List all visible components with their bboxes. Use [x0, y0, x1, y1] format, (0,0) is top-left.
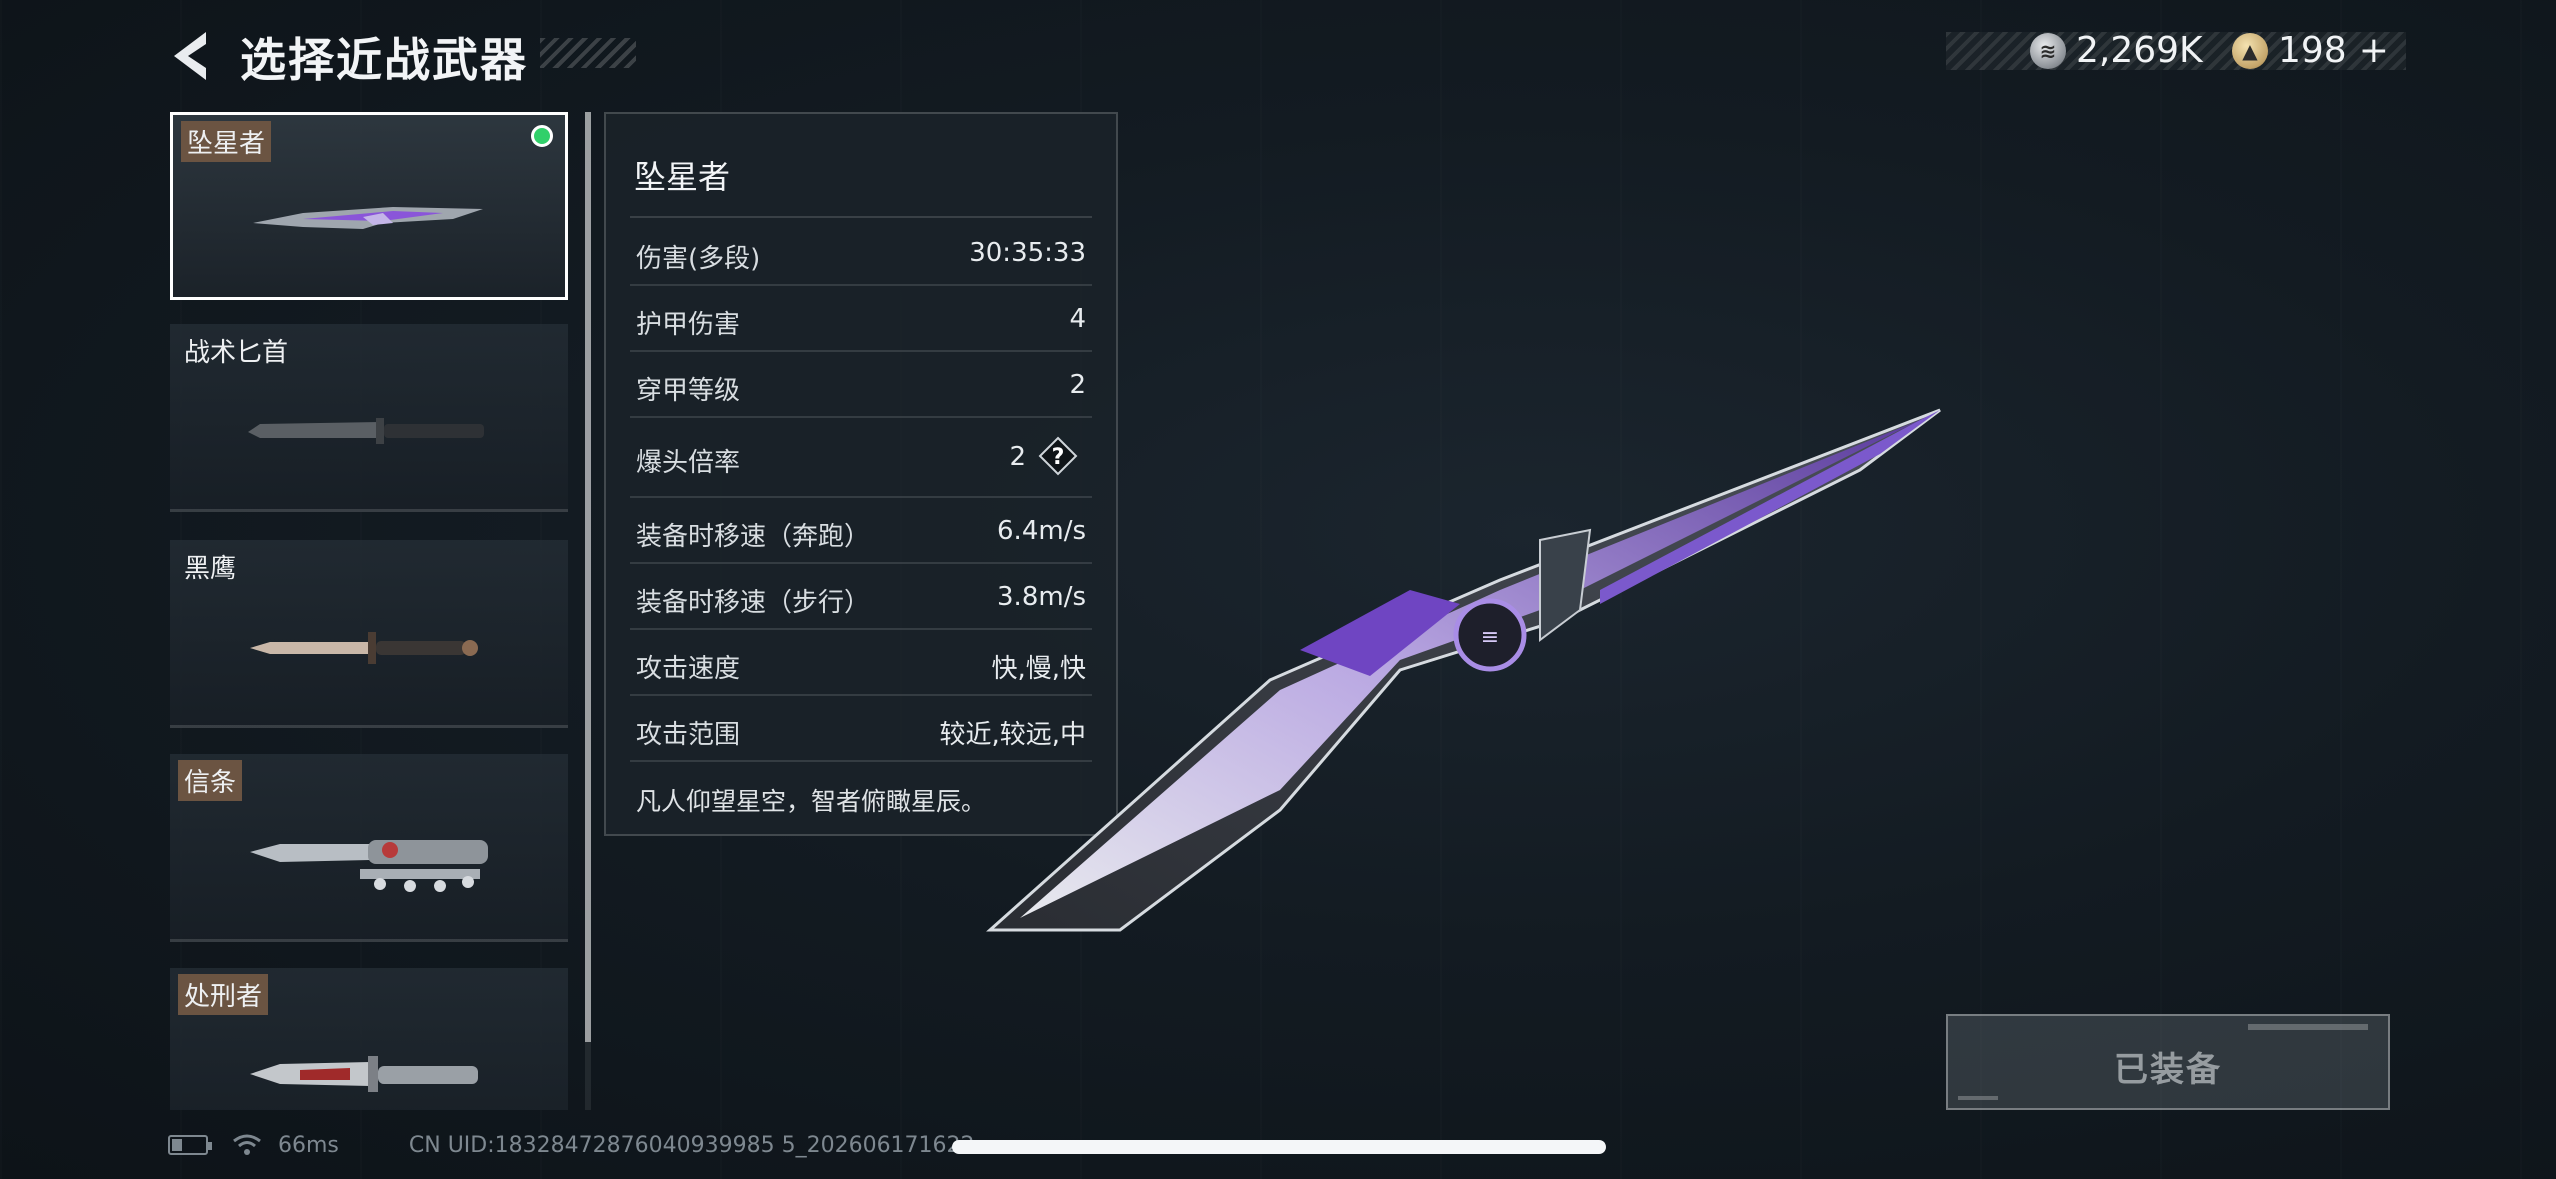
ping-value: 66ms	[278, 1132, 339, 1158]
weapon-name: 坠星者	[181, 121, 272, 162]
silver-currency: ≋ 2,269K	[2030, 30, 2203, 71]
stat-value: 30:35:33	[969, 238, 1086, 268]
gold-amount: 198	[2278, 30, 2347, 71]
silver-amount: 2,269K	[2076, 30, 2203, 71]
title-decoration	[540, 38, 636, 68]
svg-text:≡: ≡	[1481, 625, 1499, 650]
stat-row-damage: 伤害(多段) 30:35:33	[630, 220, 1092, 286]
stat-value: 4	[1069, 304, 1086, 334]
card-divider	[170, 509, 568, 512]
weapon-stats-title: 坠星者	[634, 158, 731, 196]
weapon-name: 黑鹰	[184, 554, 237, 584]
stat-label: 护甲伤害	[636, 310, 741, 340]
stat-label: 穿甲等级	[636, 376, 741, 406]
button-decoration	[2248, 1024, 2368, 1030]
creed-knuckle-knife-thumbnail	[250, 840, 488, 892]
page-title: 选择近战武器	[240, 33, 528, 87]
stats-divider	[630, 216, 1092, 218]
weapon-description: 凡人仰望星空，智者俯瞰星辰。	[636, 787, 987, 816]
starfall-blade-thumbnail	[253, 207, 483, 229]
black-hawk-thumbnail	[250, 632, 478, 664]
gold-currency[interactable]: ▲ 198 +	[2232, 30, 2389, 71]
equipped-button[interactable]: 已装备	[1946, 1014, 2390, 1110]
weapon-card-zhuixingzhe[interactable]: 坠星者	[170, 112, 568, 300]
stat-label: 装备时移速（奔跑）	[636, 522, 871, 552]
weapon-name: 处刑者	[178, 974, 269, 1015]
weapon-name: 战术匕首	[184, 338, 289, 368]
card-divider	[170, 725, 568, 728]
weapon-card-black-hawk[interactable]: 黑鹰	[170, 540, 568, 728]
chevron-left-icon	[174, 32, 206, 80]
battery-icon	[168, 1135, 212, 1155]
button-decoration	[1958, 1096, 1998, 1100]
weapon-card-tactical-dagger[interactable]: 战术匕首	[170, 324, 568, 512]
stat-row-armor-damage: 护甲伤害 4	[630, 286, 1092, 352]
add-gold-button[interactable]: +	[2359, 30, 2389, 71]
tactical-dagger-thumbnail	[248, 418, 484, 444]
executioner-knife-thumbnail	[250, 1056, 478, 1092]
status-bar: 66ms CN UID:18328472876040939985 5_20260…	[168, 1128, 975, 1162]
starfall-blade-preview: ≡	[986, 408, 1941, 932]
weapon-name: 信条	[178, 760, 243, 801]
stat-label: 伤害(多段)	[636, 244, 761, 274]
weapon-list[interactable]: 坠星者 战术匕首 黑鹰 信条 处刑者	[170, 112, 570, 1110]
card-divider	[170, 939, 568, 942]
equipped-indicator-icon	[531, 125, 553, 147]
player-uid: CN UID:18328472876040939985 5_2026061716…	[408, 1132, 975, 1158]
home-indicator[interactable]	[952, 1140, 1606, 1154]
stat-label: 攻击速度	[636, 654, 741, 684]
weapon-list-scrollbar-thumb[interactable]	[585, 112, 591, 1042]
stat-label: 装备时移速（步行）	[636, 588, 871, 618]
stat-label: 攻击范围	[636, 720, 741, 750]
weapon-card-creed[interactable]: 信条	[170, 754, 568, 942]
gold-coin-icon: ▲	[2232, 32, 2268, 69]
equipped-button-label: 已装备	[2114, 1050, 2222, 1090]
silver-coin-icon: ≋	[2030, 32, 2066, 69]
weapon-card-executioner[interactable]: 处刑者	[170, 968, 568, 1110]
wifi-icon	[233, 1134, 261, 1155]
back-button[interactable]	[166, 28, 216, 84]
stat-label: 爆头倍率	[636, 448, 741, 478]
